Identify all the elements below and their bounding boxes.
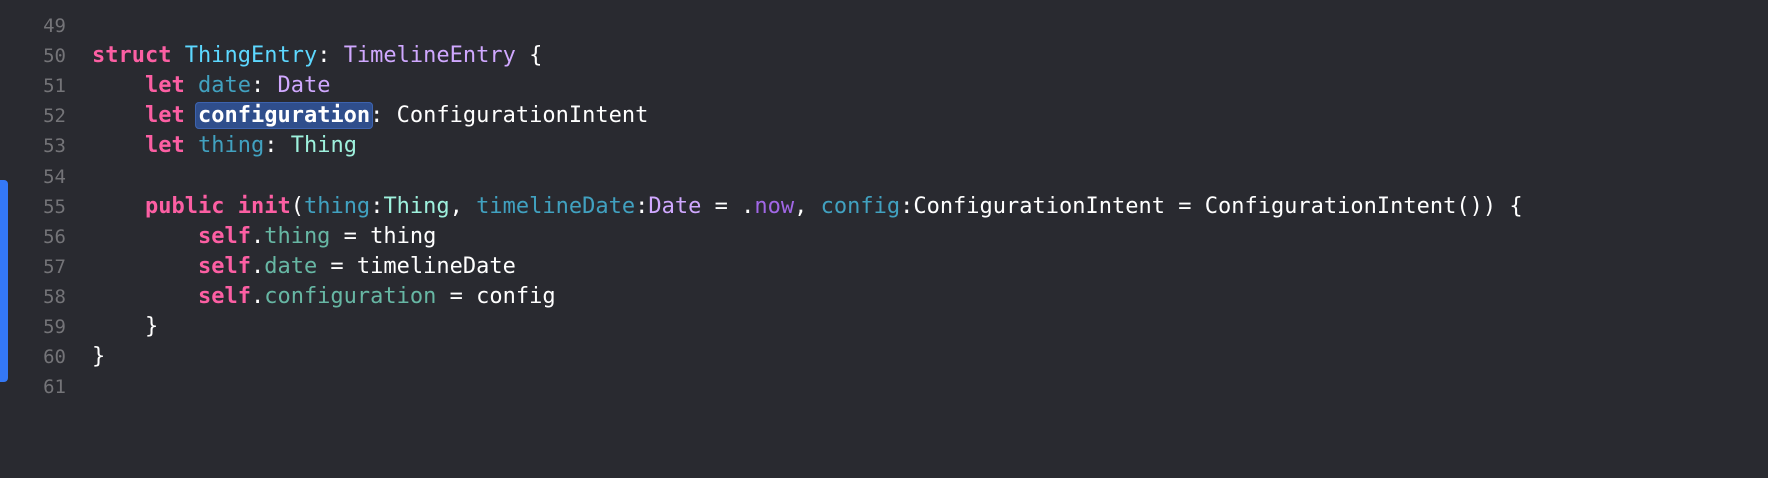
code-token: = config xyxy=(436,283,556,309)
code-token: let xyxy=(144,103,185,129)
code-token: date xyxy=(197,73,251,99)
code-token: config xyxy=(820,193,901,219)
code-token: = thing xyxy=(330,223,437,249)
code-token: TimelineEntry xyxy=(343,43,516,69)
code-line[interactable]: 50 struct ThingEntry: TimelineEntry { xyxy=(0,39,1768,73)
code-line[interactable]: 59 } xyxy=(0,310,1768,344)
selected-token: configuration xyxy=(194,102,374,130)
code-token: thing xyxy=(197,133,265,159)
code-token: . xyxy=(250,253,265,279)
line-number: 53 xyxy=(43,135,66,158)
code-line[interactable]: 55 public init(thing:Thing, timelineDate… xyxy=(0,190,1768,224)
code-token: : xyxy=(264,133,291,159)
code-token: Date xyxy=(277,73,331,99)
code-token: self xyxy=(197,253,251,279)
line-number: 59 xyxy=(43,316,66,338)
code-token: let xyxy=(144,133,185,159)
line-number: 60 xyxy=(43,346,66,369)
code-token: timelineDate xyxy=(476,193,636,219)
code-token: ( xyxy=(290,193,304,219)
code-token: self xyxy=(197,223,251,249)
code-token: Date xyxy=(648,193,702,219)
code-token: date xyxy=(264,253,318,279)
code-token: ThingEntry xyxy=(184,43,318,69)
code-token: : xyxy=(250,73,278,99)
line-number: 51 xyxy=(43,75,66,98)
code-line[interactable]: 53 let thing: Thing xyxy=(0,129,1768,163)
code-token: Thing xyxy=(290,133,357,159)
code-text[interactable]: self.thing = thing xyxy=(92,220,436,254)
code-token: public xyxy=(144,193,225,219)
line-number: 50 xyxy=(43,45,66,68)
code-token: let xyxy=(144,73,185,99)
code-line[interactable]: 51 let date: Date xyxy=(0,69,1768,103)
code-line[interactable]: 52 let configuration: ConfigurationInten… xyxy=(0,99,1768,133)
code-text[interactable]: let configuration: ConfigurationIntent xyxy=(92,99,648,133)
code-token: { xyxy=(515,43,543,69)
code-line[interactable]: 57 self.date = timelineDate xyxy=(0,250,1768,284)
line-number: 56 xyxy=(43,225,66,248)
code-token: = timelineDate xyxy=(317,253,516,279)
code-text[interactable]: self.date = timelineDate xyxy=(92,250,516,284)
code-line[interactable]: 54 xyxy=(0,160,1768,194)
line-number: 57 xyxy=(43,255,66,278)
code-token: :ConfigurationIntent = ConfigurationInte… xyxy=(900,193,1523,219)
code-token: thing xyxy=(264,223,331,249)
code-token: now xyxy=(754,193,795,219)
code-token: configuration xyxy=(264,283,437,309)
code-token: thing xyxy=(303,193,371,219)
code-token: : xyxy=(370,193,384,219)
code-token: . xyxy=(250,223,265,249)
code-text[interactable]: let date: Date xyxy=(92,69,330,103)
code-line[interactable]: 60} xyxy=(0,340,1768,374)
code-line[interactable]: 56 self.thing = thing xyxy=(0,220,1768,254)
code-text[interactable]: let thing: Thing xyxy=(92,129,357,163)
code-token: struct xyxy=(92,43,172,69)
line-number: 55 xyxy=(43,195,66,218)
code-token: : xyxy=(635,193,649,219)
code-token: init xyxy=(237,193,291,219)
code-token: . xyxy=(250,283,265,309)
line-number: 52 xyxy=(43,105,66,128)
line-number: 54 xyxy=(43,165,66,188)
code-line[interactable]: 49 xyxy=(0,9,1768,43)
line-number: 49 xyxy=(43,15,66,37)
code-token: , xyxy=(794,193,821,219)
code-token: } xyxy=(92,314,159,339)
code-token: : ConfigurationIntent xyxy=(370,103,649,129)
code-text[interactable]: } xyxy=(92,340,105,374)
code-token: Thing xyxy=(383,193,450,219)
code-text[interactable]: self.configuration = config xyxy=(92,280,556,314)
code-token: = . xyxy=(701,193,755,219)
code-token: , xyxy=(449,193,477,219)
code-token: } xyxy=(92,344,106,370)
code-text[interactable]: public init(thing:Thing, timelineDate:Da… xyxy=(92,190,1523,224)
code-token: : xyxy=(317,43,344,69)
code-text[interactable]: } xyxy=(92,310,158,344)
line-number: 58 xyxy=(43,285,66,308)
code-token: self xyxy=(197,283,251,309)
code-line[interactable]: 58 self.configuration = config xyxy=(0,280,1768,314)
line-number: 61 xyxy=(43,376,66,399)
code-editor[interactable]: 49 50 struct ThingEntry: TimelineEntry {51… xyxy=(0,0,1768,478)
code-text[interactable]: struct ThingEntry: TimelineEntry { xyxy=(92,39,542,73)
code-line[interactable]: 61 xyxy=(0,370,1768,404)
